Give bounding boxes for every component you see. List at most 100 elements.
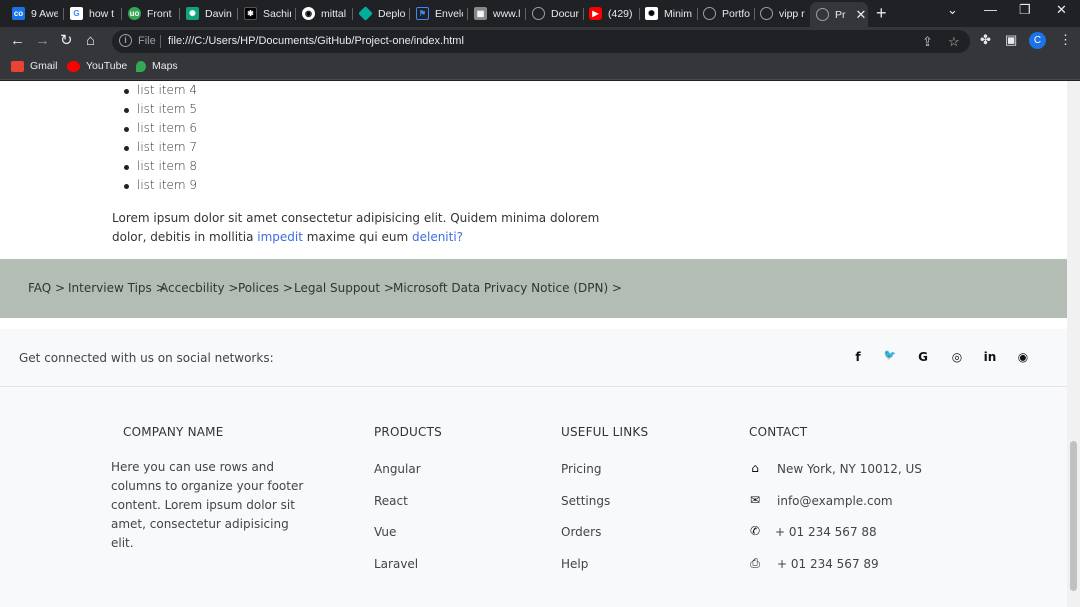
restore-button[interactable]: ❐: [1019, 2, 1031, 18]
globe-icon: [760, 7, 773, 20]
back-button[interactable]: ←: [10, 32, 25, 50]
policies-link[interactable]: Polices >: [238, 281, 293, 295]
page-viewport: list item 4 list item 5 list item 6 list…: [0, 81, 1067, 607]
reload-button[interactable]: ↻: [60, 32, 73, 50]
close-window-button[interactable]: ✕: [1056, 2, 1067, 18]
lorem-paragraph: Lorem ipsum dolor sit amet consectetur a…: [112, 211, 600, 244]
browser-tab[interactable]: ▦ www.l: [474, 3, 521, 24]
linkedin-icon: ▦: [474, 7, 487, 20]
footer-link-vue[interactable]: Vue: [374, 525, 396, 539]
social-heading: Get connected with us on social networks…: [19, 351, 274, 365]
footer-link-react[interactable]: React: [374, 494, 408, 508]
footer-link-pricing[interactable]: Pricing: [561, 462, 601, 476]
privacy-notice-link[interactable]: Microsoft Data Privacy Notice (DPN) >: [393, 281, 622, 295]
linkedin-icon[interactable]: in: [983, 350, 997, 364]
new-tab-button[interactable]: +: [876, 3, 887, 23]
google-icon: G: [70, 7, 83, 20]
browser-tab[interactable]: ✺ Minim: [645, 3, 692, 24]
envelope-icon: ✉: [749, 493, 761, 507]
list-item: list item 6: [121, 121, 197, 140]
print-icon: ⎙: [750, 556, 760, 570]
bookmark-star-icon[interactable]: ☆: [948, 34, 960, 50]
browser-toolbar: ← → ↻ ⌂ i File file:///C:/Users/HP/Docum…: [0, 27, 1080, 56]
legal-support-link[interactable]: Legal Suppout >: [294, 281, 394, 295]
list-item: list item 9: [121, 178, 197, 197]
github-icon[interactable]: ◉: [1016, 350, 1030, 364]
bookmarks-bar: Gmail YouTube Maps: [0, 56, 1080, 80]
footer-link-laravel[interactable]: Laravel: [374, 557, 418, 571]
interview-tips-link[interactable]: Interview Tips >: [68, 281, 166, 295]
browser-tab[interactable]: ▶ (429): [589, 3, 635, 24]
site-footer: Get connected with us on social networks…: [0, 329, 1067, 607]
uo-icon: uo: [128, 7, 141, 20]
page-scrollbar[interactable]: [1067, 81, 1080, 607]
browser-tab[interactable]: ⚑Envelo: [416, 3, 463, 24]
footer-link-angular[interactable]: Angular: [374, 462, 421, 476]
extensions-icon[interactable]: ✤: [980, 32, 991, 48]
chatgpt-icon: ✺: [186, 7, 199, 20]
useful-links-heading: USEFUL LINKS: [561, 425, 649, 439]
flag-icon: ⚑: [416, 7, 429, 20]
contact-fax: + 01 234 567 89: [777, 557, 879, 571]
browser-tab[interactable]: Deplo: [359, 3, 405, 24]
links-bar: FAQ > Interview Tips > Accecbility > Pol…: [0, 259, 1067, 318]
facebook-icon[interactable]: f: [851, 350, 865, 364]
menu-icon[interactable]: ⋮: [1059, 32, 1072, 48]
close-tab-icon[interactable]: ✕: [856, 7, 867, 23]
youtube-icon: ▶: [589, 7, 602, 20]
contact-phone: + 01 234 567 88: [775, 525, 877, 539]
browser-tab[interactable]: ✱ Sachir: [244, 3, 291, 24]
bullet-list: list item 4 list item 5 list item 6 list…: [121, 83, 197, 197]
contact-heading: CONTACT: [749, 425, 808, 439]
bookmark-gmail[interactable]: Gmail: [11, 60, 57, 72]
list-item: list item 4: [121, 83, 197, 102]
browser-tab[interactable]: Ghow t: [70, 3, 117, 24]
faq-link[interactable]: FAQ >: [28, 281, 65, 295]
footer-link-settings[interactable]: Settings: [561, 494, 610, 508]
url-text[interactable]: file:///C:/Users/HP/Documents/GitHub/Pro…: [168, 35, 464, 47]
list-item: list item 5: [121, 102, 197, 121]
google-icon[interactable]: G: [916, 350, 930, 364]
address-bar[interactable]: i File file:///C:/Users/HP/Documents/Git…: [112, 30, 970, 53]
home-icon: ⌂: [751, 461, 759, 475]
deleniti-link[interactable]: deleniti?: [412, 230, 463, 244]
social-section: Get connected with us on social networks…: [0, 329, 1067, 387]
globe-icon: [532, 7, 545, 20]
browser-tab[interactable]: vipp r: [760, 3, 806, 24]
twitter-icon[interactable]: 🐦: [883, 350, 897, 361]
list-item: list item 8: [121, 159, 197, 178]
co-icon: co: [12, 7, 25, 20]
forward-button[interactable]: →: [35, 32, 50, 50]
instagram-icon[interactable]: ◎: [950, 350, 964, 364]
browser-tab[interactable]: Docur: [532, 3, 579, 24]
globe-icon: [816, 8, 829, 21]
github-icon: ◉: [302, 7, 315, 20]
share-icon[interactable]: ⇪: [922, 34, 933, 50]
browser-tab[interactable]: Portfo: [703, 3, 750, 24]
footer-link-orders[interactable]: Orders: [561, 525, 601, 539]
scrollbar-thumb[interactable]: [1070, 441, 1077, 591]
company-heading: COMPANY NAME: [123, 425, 224, 439]
list-item: list item 7: [121, 140, 197, 159]
browser-tab[interactable]: uo Front: [128, 3, 175, 24]
bookmark-youtube[interactable]: YouTube: [67, 60, 127, 72]
side-panel-icon[interactable]: ▣: [1005, 32, 1017, 48]
impedit-link[interactable]: impedit: [257, 230, 303, 244]
chatgpt-icon: ✺: [645, 7, 658, 20]
products-heading: PRODUCTS: [374, 425, 442, 439]
netlify-icon: [359, 6, 373, 21]
minimize-button[interactable]: —: [984, 2, 997, 17]
profile-avatar[interactable]: C: [1029, 32, 1046, 49]
accessibility-link[interactable]: Accecbility >: [160, 281, 238, 295]
browser-tab-active[interactable]: Pr ✕: [810, 2, 868, 27]
home-button[interactable]: ⌂: [86, 32, 95, 50]
info-icon[interactable]: i: [119, 34, 132, 47]
phone-icon: ✆: [749, 524, 761, 538]
maps-icon: [136, 60, 146, 72]
tab-search-icon[interactable]: ⌄: [947, 2, 958, 18]
bookmark-maps[interactable]: Maps: [136, 60, 178, 72]
browser-tab[interactable]: co 9 Awe: [12, 3, 58, 24]
browser-tab[interactable]: ◉ mittal: [302, 3, 348, 24]
footer-link-help[interactable]: Help: [561, 557, 588, 571]
browser-tab[interactable]: ✺ Davin: [186, 3, 233, 24]
